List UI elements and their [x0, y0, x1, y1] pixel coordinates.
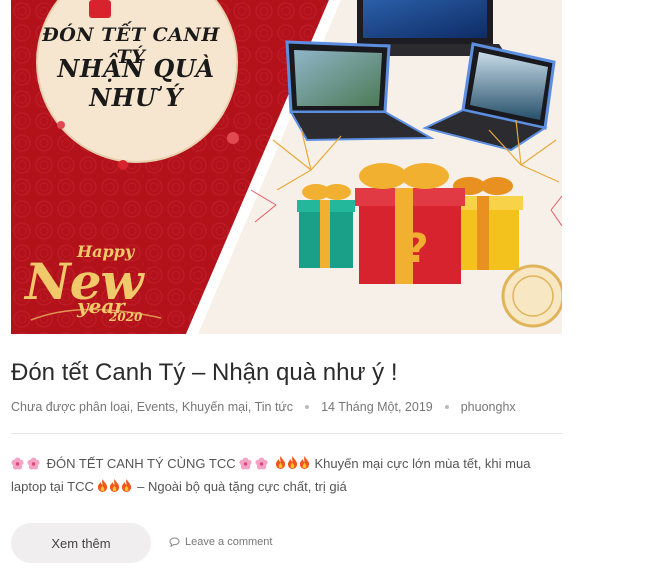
- leave-comment-link[interactable]: Leave a comment: [169, 536, 272, 548]
- fire-icon: [98, 479, 108, 492]
- fire-icon: [299, 456, 309, 469]
- cherry-blossom-icon: [255, 457, 268, 470]
- fire-icon: [110, 479, 120, 492]
- leave-comment-label[interactable]: Leave a comment: [185, 536, 272, 548]
- post-title[interactable]: Đón tết Canh Tý – Nhận quà như ý !: [11, 359, 398, 387]
- greeting-year-number: 2020: [109, 310, 143, 324]
- post-categories[interactable]: Chưa được phân loại, Events, Khuyến mại,…: [11, 400, 293, 414]
- post-excerpt: ĐÓN TẾT CANH TÝ CÙNG TCC Khuyến mại cực …: [11, 452, 561, 498]
- fire-icon: [122, 479, 132, 492]
- excerpt-text-1: ĐÓN TẾT CANH TÝ CÙNG TCC: [46, 456, 236, 471]
- post-author[interactable]: phuonghx: [461, 400, 516, 414]
- fire-icon: [275, 456, 285, 469]
- comment-bubble-icon: [169, 537, 180, 547]
- divider: [11, 433, 562, 434]
- meta-separator-dot: [444, 405, 449, 409]
- fire-icon: [287, 456, 297, 469]
- post-date[interactable]: 14 Tháng Một, 2019: [321, 400, 433, 414]
- post-meta: Chưa được phân loại, Events, Khuyến mại,…: [11, 400, 516, 414]
- cherry-blossom-icon: [239, 457, 252, 470]
- cherry-blossom-icon: [11, 457, 24, 470]
- svg-text:?: ?: [405, 226, 428, 272]
- read-more-button[interactable]: Xem thêm: [11, 523, 151, 563]
- meta-separator-dot: [305, 405, 310, 409]
- cherry-blossom-icon: [27, 457, 40, 470]
- promo-headline-line2: NHẬN QUÀ NHƯ Ý: [57, 54, 215, 112]
- excerpt-text-3: – Ngoài bộ quà tặng cực chất, trị giá: [137, 479, 347, 494]
- featured-image[interactable]: ? ĐÓN TẾT CANH TÝ NHẬN QUÀ NHƯ Ý Happy N…: [11, 0, 562, 334]
